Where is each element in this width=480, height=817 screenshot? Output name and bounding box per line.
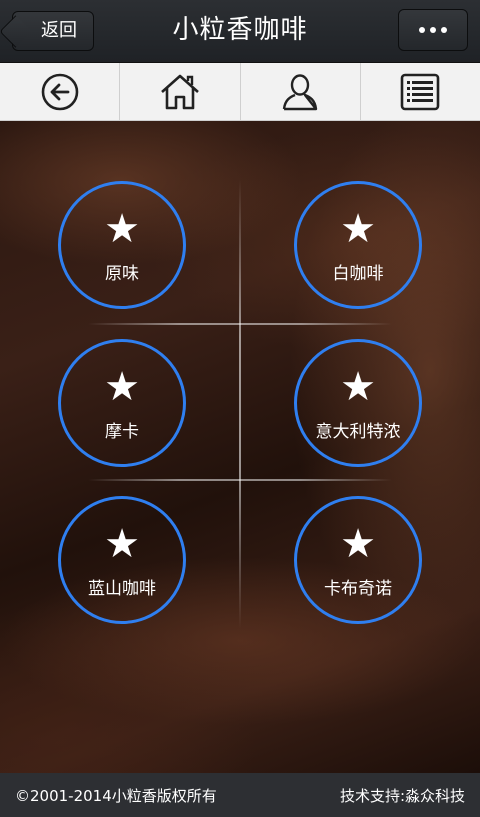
grid-divider (239, 179, 241, 629)
support-text: 技术支持:淼众科技 (339, 786, 465, 805)
grid-divider (88, 479, 392, 481)
footer: ©2001-2014小粒香版权所有 技术支持:淼众科技 (0, 773, 480, 817)
menu-grid: ★ 原味 ★ 白咖啡 ★ 摩卡 ★ 意大利特浓 ★ 蓝山咖啡 ★ 卡布奇诺 (0, 121, 480, 773)
title-bar: 返回 小粒香咖啡 (0, 0, 480, 63)
menu-item-label: 蓝山咖啡 (88, 578, 156, 599)
copyright-text: ©2001-2014小粒香版权所有 (15, 786, 217, 805)
star-icon: ★ (104, 520, 140, 567)
more-dots-icon (419, 27, 425, 33)
menu-item-mocha[interactable]: ★ 摩卡 (58, 339, 186, 467)
menu-item-label: 意大利特浓 (315, 421, 401, 442)
more-dot (430, 27, 436, 33)
menu-item-espresso[interactable]: ★ 意大利特浓 (294, 339, 422, 467)
menu-item-label: 卡布奇诺 (324, 578, 392, 599)
more-button[interactable] (398, 9, 468, 51)
list-icon (401, 73, 440, 110)
menu-item-label: 摩卡 (105, 421, 139, 442)
nav-back[interactable] (0, 63, 121, 120)
back-arrow-icon (41, 73, 78, 110)
menu-item-blue-mountain[interactable]: ★ 蓝山咖啡 (58, 496, 186, 624)
grid-divider (88, 323, 392, 325)
star-icon: ★ (104, 205, 140, 252)
user-icon (282, 73, 318, 110)
menu-item-label: 白咖啡 (332, 263, 384, 284)
more-dot (441, 27, 447, 33)
menu-item-white-coffee[interactable]: ★ 白咖啡 (294, 181, 422, 309)
menu-item-label: 原味 (105, 263, 139, 284)
page-title: 小粒香咖啡 (172, 15, 308, 45)
back-button[interactable]: 返回 (12, 11, 94, 51)
star-icon: ★ (104, 363, 140, 410)
star-icon: ★ (340, 520, 376, 567)
star-icon: ★ (340, 363, 376, 410)
nav-list[interactable] (361, 63, 480, 120)
nav-home[interactable] (120, 63, 241, 120)
nav-toolbar (0, 63, 480, 121)
home-icon (161, 74, 199, 109)
menu-item-original[interactable]: ★ 原味 (58, 181, 186, 309)
back-button-label: 返回 (41, 20, 77, 41)
nav-user[interactable] (241, 63, 361, 120)
menu-item-cappuccino[interactable]: ★ 卡布奇诺 (294, 496, 422, 624)
star-icon: ★ (340, 205, 376, 252)
